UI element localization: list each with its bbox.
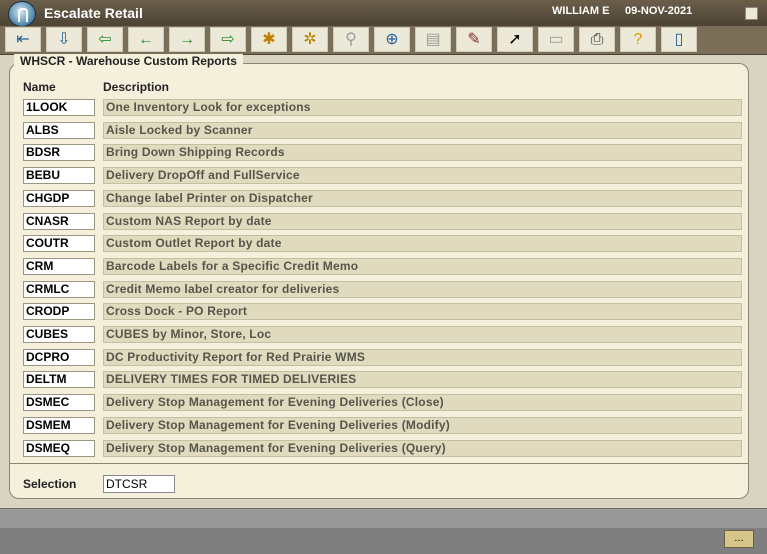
selection-divider	[9, 463, 749, 464]
select-pointer-button[interactable]: ➚	[497, 27, 533, 52]
insert-record-button[interactable]: ✱	[251, 27, 287, 52]
next-block-button[interactable]: ⇩	[46, 27, 82, 52]
app-title: Escalate Retail	[44, 5, 143, 21]
report-row: BEBU Delivery DropOff and FullService	[23, 167, 743, 185]
report-description-field: Delivery Stop Management for Evening Del…	[103, 394, 742, 412]
report-description-field: Change label Printer on Dispatcher	[103, 189, 742, 207]
previous-record-button[interactable]: ⇦	[87, 27, 123, 52]
previous-record-icon: ⇦	[98, 30, 112, 48]
panel-title: WHSCR - Warehouse Custom Reports	[14, 54, 243, 68]
help-button[interactable]: ?	[620, 27, 656, 52]
report-row: ALBS Aisle Locked by Scanner	[23, 121, 743, 139]
selection-label: Selection	[23, 477, 77, 491]
report-code-field[interactable]: ALBS	[23, 121, 95, 139]
help-icon: ?	[633, 30, 643, 48]
clear-button[interactable]: ▭	[538, 27, 574, 52]
session-date: 09-NOV-2021	[625, 5, 693, 17]
print-button[interactable]: ⎙	[579, 27, 615, 52]
report-row: CRMLC Credit Memo label creator for deliv…	[23, 280, 743, 298]
report-description-field: Custom NAS Report by date	[103, 212, 742, 230]
save-icon: ▤	[425, 30, 441, 48]
forward-arrow-icon: →	[179, 30, 195, 48]
report-code-field[interactable]: DSMEQ	[23, 439, 95, 457]
binoculars-button[interactable]: ⚲	[333, 27, 369, 52]
report-code-field[interactable]: 1LOOK	[23, 99, 95, 116]
report-row: CHGDP Change label Printer on Dispatcher	[23, 189, 743, 207]
save-button[interactable]: ▤	[415, 27, 451, 52]
exit-icon: ▯	[674, 30, 684, 48]
report-code-field[interactable]: CUBES	[23, 326, 95, 343]
edit-button[interactable]: ✎	[456, 27, 492, 52]
first-record-icon: ⇤	[16, 30, 30, 48]
report-code-field[interactable]: DELTM	[23, 371, 95, 389]
back-arrow-icon: ←	[138, 30, 154, 48]
binoculars-icon: ⚲	[345, 30, 357, 48]
report-description-field: DELIVERY TIMES FOR TIMED DELIVERIES	[103, 371, 742, 389]
forward-arrow-button[interactable]: →	[169, 27, 205, 52]
report-row: DSMEM Delivery Stop Management for Evenin…	[23, 416, 743, 434]
next-record-button[interactable]: ⇨	[210, 27, 246, 52]
first-record-button[interactable]: ⇤	[5, 27, 41, 52]
report-row: DELTM DELIVERY TIMES FOR TIMED DELIVERIES	[23, 371, 743, 389]
report-code-field[interactable]: COUTR	[23, 235, 95, 253]
report-description-field: Delivery Stop Management for Evening Del…	[103, 439, 742, 457]
report-description-field: Credit Memo label creator for deliveries	[103, 280, 742, 298]
duplicate-record-button[interactable]: ✲	[292, 27, 328, 52]
edit-icon: ✎	[467, 30, 481, 48]
report-code-field[interactable]: CNASR	[23, 212, 95, 230]
report-row: COUTR Custom Outlet Report by date	[23, 235, 743, 253]
report-code-field[interactable]: CRODP	[23, 303, 95, 321]
select-pointer-icon: ➚	[508, 30, 522, 48]
report-description-field: Custom Outlet Report by date	[103, 235, 742, 253]
back-arrow-button[interactable]: ←	[128, 27, 164, 52]
report-code-field[interactable]: CHGDP	[23, 189, 95, 207]
window-control-button[interactable]	[745, 7, 758, 20]
user-name: WILLIAM E	[552, 5, 610, 17]
report-row: CRODP Cross Dock - PO Report	[23, 303, 743, 321]
report-row: DSMEC Delivery Stop Management for Evenin…	[23, 394, 743, 412]
report-code-field[interactable]: CRM	[23, 257, 95, 275]
report-row: CRM Barcode Labels for a Specific Credit …	[23, 257, 743, 275]
report-code-field[interactable]: BDSR	[23, 144, 95, 162]
report-code-field[interactable]: BEBU	[23, 167, 95, 185]
title-bar: Escalate Retail WILLIAM E 09-NOV-2021	[0, 0, 767, 27]
insert-record-icon: ✱	[262, 30, 276, 48]
duplicate-record-icon: ✲	[303, 30, 317, 48]
report-row: BDSR Bring Down Shipping Records	[23, 144, 743, 162]
status-bar	[0, 508, 767, 529]
report-row: DCPRO DC Productivity Report for Red Prai…	[23, 348, 743, 366]
report-description-field: Aisle Locked by Scanner	[103, 121, 742, 139]
next-block-icon: ⇩	[57, 30, 71, 48]
report-description-field: Delivery Stop Management for Evening Del…	[103, 416, 742, 434]
next-record-icon: ⇨	[221, 30, 235, 48]
report-code-field[interactable]: DSMEM	[23, 416, 95, 434]
name-column-header: Name	[23, 80, 56, 94]
report-code-field[interactable]: DCPRO	[23, 348, 95, 366]
report-row: CUBES CUBES by Minor, Store, Loc	[23, 326, 743, 343]
report-description-field: CUBES by Minor, Store, Loc	[103, 326, 742, 343]
report-description-field: DC Productivity Report for Red Prairie W…	[103, 348, 742, 366]
message-bar	[0, 528, 767, 554]
report-row: 1LOOK One Inventory Look for exceptions	[23, 99, 743, 116]
report-description-field: Cross Dock - PO Report	[103, 303, 742, 321]
report-description-field: One Inventory Look for exceptions	[103, 99, 742, 116]
clear-icon: ▭	[548, 30, 564, 48]
report-row: CNASR Custom NAS Report by date	[23, 212, 743, 230]
report-code-field[interactable]: CRMLC	[23, 280, 95, 298]
selection-input[interactable]	[103, 475, 175, 493]
print-icon: ⎙	[590, 30, 604, 48]
report-description-field: Delivery DropOff and FullService	[103, 167, 742, 185]
toolbar: ⇤ ⇩ ⇦ ← → ⇨ ✱ ✲ ⚲ ⊕ ▤ ✎ ➚ ▭ ⎙? ▯	[0, 26, 767, 55]
report-row: DSMEQ Delivery Stop Management for Evenin…	[23, 439, 743, 457]
app-logo-icon	[8, 1, 36, 27]
report-description-field: Bring Down Shipping Records	[103, 144, 742, 162]
report-description-field: Barcode Labels for a Specific Credit Mem…	[103, 257, 742, 275]
zoom-button[interactable]: ⊕	[374, 27, 410, 52]
report-code-field[interactable]: DSMEC	[23, 394, 95, 412]
exit-button[interactable]: ▯	[661, 27, 697, 52]
zoom-icon: ⊕	[385, 30, 399, 48]
description-column-header: Description	[103, 80, 170, 94]
more-button[interactable]: ...	[724, 530, 754, 548]
